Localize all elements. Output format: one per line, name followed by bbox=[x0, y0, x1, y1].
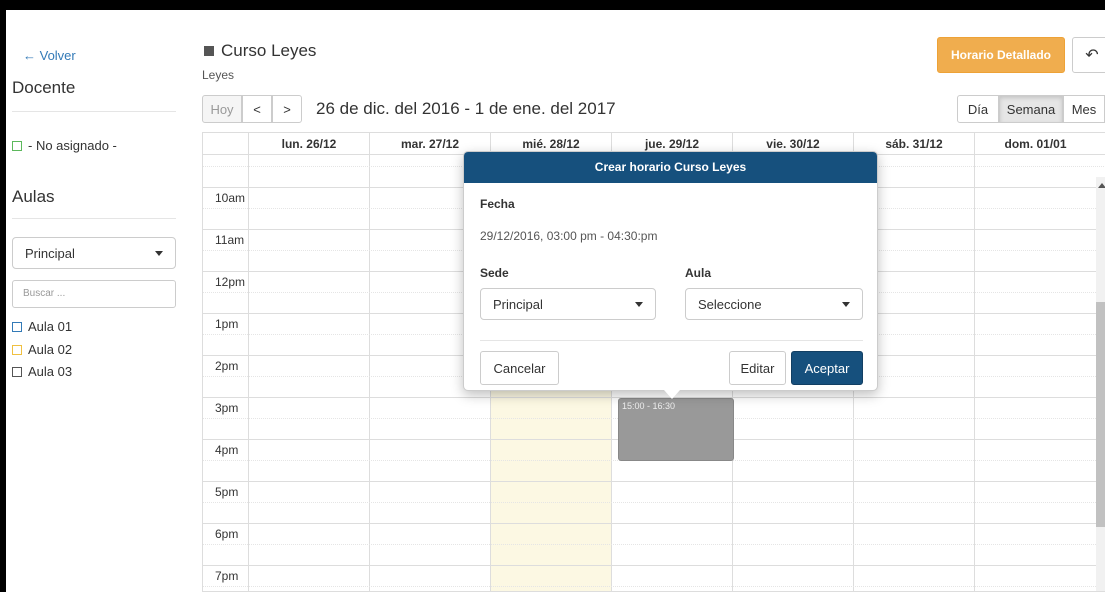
view-month-button[interactable]: Mes bbox=[1063, 95, 1105, 123]
calendar-scrollbar[interactable] bbox=[1096, 177, 1105, 591]
undo-button[interactable]: ↶ bbox=[1072, 37, 1105, 73]
view-switcher: Día Semana Mes bbox=[957, 95, 1105, 123]
aula-item-03[interactable]: Aula 03 bbox=[12, 364, 72, 379]
half-hour-line bbox=[203, 586, 1105, 587]
course-color-icon bbox=[204, 46, 214, 56]
hour-line bbox=[203, 523, 1105, 524]
time-label: 6pm bbox=[215, 527, 239, 541]
scrollbar-thumb[interactable] bbox=[1096, 302, 1105, 527]
date-range: 26 de dic. del 2016 - 1 de ene. del 2017 bbox=[316, 99, 616, 118]
edit-button[interactable]: Editar bbox=[729, 351, 786, 385]
checkbox-icon bbox=[12, 141, 22, 151]
page-title: Curso Leyes bbox=[221, 41, 317, 60]
today-button[interactable]: Hoy bbox=[202, 95, 242, 123]
aula-label: Aula bbox=[685, 266, 712, 280]
fecha-label: Fecha bbox=[480, 197, 515, 211]
accept-button[interactable]: Aceptar bbox=[791, 351, 863, 385]
half-hour-line bbox=[203, 502, 1105, 503]
view-week-button[interactable]: Semana bbox=[999, 95, 1063, 123]
docente-item-label: - No asignado - bbox=[28, 138, 117, 153]
checkbox-icon bbox=[12, 322, 22, 332]
sede-label: Sede bbox=[480, 266, 509, 280]
nav-buttons: Hoy < > bbox=[202, 95, 302, 123]
scroll-up-icon[interactable] bbox=[1098, 183, 1105, 188]
aulas-title: Aulas bbox=[12, 187, 55, 206]
half-hour-line bbox=[203, 544, 1105, 545]
cancel-button[interactable]: Cancelar bbox=[480, 351, 559, 385]
aula-item-01[interactable]: Aula 01 bbox=[12, 319, 72, 334]
popover-arrow bbox=[664, 390, 680, 399]
prev-button[interactable]: < bbox=[242, 95, 272, 123]
popover-aula-select[interactable]: Seleccione bbox=[685, 288, 863, 320]
divider bbox=[12, 218, 176, 219]
view-day-button[interactable]: Día bbox=[957, 95, 999, 123]
checkbox-icon bbox=[12, 367, 22, 377]
calendar-event[interactable]: 15:00 - 16:30 bbox=[618, 398, 734, 461]
aula-item-02[interactable]: Aula 02 bbox=[12, 342, 72, 357]
time-label: 1pm bbox=[215, 317, 239, 331]
popover-aula-value: Seleccione bbox=[698, 296, 762, 312]
fecha-value: 29/12/2016, 03:00 pm - 04:30:pm bbox=[480, 229, 658, 243]
day-column[interactable] bbox=[974, 155, 1096, 591]
back-link[interactable]: ← Volver bbox=[23, 48, 76, 63]
app-frame: ← Volver Docente - No asignado - Aulas P… bbox=[6, 10, 1105, 592]
time-label: 3pm bbox=[215, 401, 239, 415]
caret-down-icon bbox=[842, 301, 850, 307]
create-schedule-popover: Crear horario Curso Leyes Fecha 29/12/20… bbox=[463, 151, 878, 399]
docente-item[interactable]: - No asignado - bbox=[12, 138, 117, 153]
time-label: 11am bbox=[215, 233, 245, 247]
time-label: 7pm bbox=[215, 569, 239, 583]
next-button[interactable]: > bbox=[272, 95, 302, 123]
caret-down-icon bbox=[635, 301, 643, 307]
page-subtitle: Leyes bbox=[202, 68, 235, 82]
detailed-schedule-button[interactable]: Horario Detallado bbox=[937, 37, 1065, 73]
undo-icon: ↶ bbox=[1085, 47, 1099, 64]
time-label: 4pm bbox=[215, 443, 239, 457]
sede-select-value: Principal bbox=[25, 245, 75, 261]
sede-select[interactable]: Principal bbox=[12, 237, 176, 269]
popover-title: Crear horario Curso Leyes bbox=[464, 152, 877, 183]
time-label: 10am bbox=[215, 191, 246, 205]
time-label: 12pm bbox=[215, 275, 246, 289]
docente-title: Docente bbox=[12, 78, 76, 97]
hour-line bbox=[203, 481, 1105, 482]
aula-label: Aula 02 bbox=[28, 342, 73, 357]
divider bbox=[12, 111, 176, 112]
aula-label: Aula 01 bbox=[28, 319, 73, 334]
hour-line bbox=[203, 565, 1105, 566]
day-header: lun. 26/12 bbox=[248, 133, 369, 155]
time-label: 5pm bbox=[215, 485, 239, 499]
aula-label: Aula 03 bbox=[28, 364, 73, 379]
aula-search-input[interactable]: Buscar ... bbox=[12, 280, 176, 308]
checkbox-icon bbox=[12, 345, 22, 355]
divider bbox=[480, 340, 863, 341]
caret-down-icon bbox=[155, 250, 163, 256]
popover-sede-value: Principal bbox=[493, 296, 543, 312]
day-header: dom. 01/01 bbox=[974, 133, 1096, 155]
time-label: 2pm bbox=[215, 359, 239, 373]
popover-sede-select[interactable]: Principal bbox=[480, 288, 656, 320]
day-column[interactable] bbox=[248, 155, 369, 591]
